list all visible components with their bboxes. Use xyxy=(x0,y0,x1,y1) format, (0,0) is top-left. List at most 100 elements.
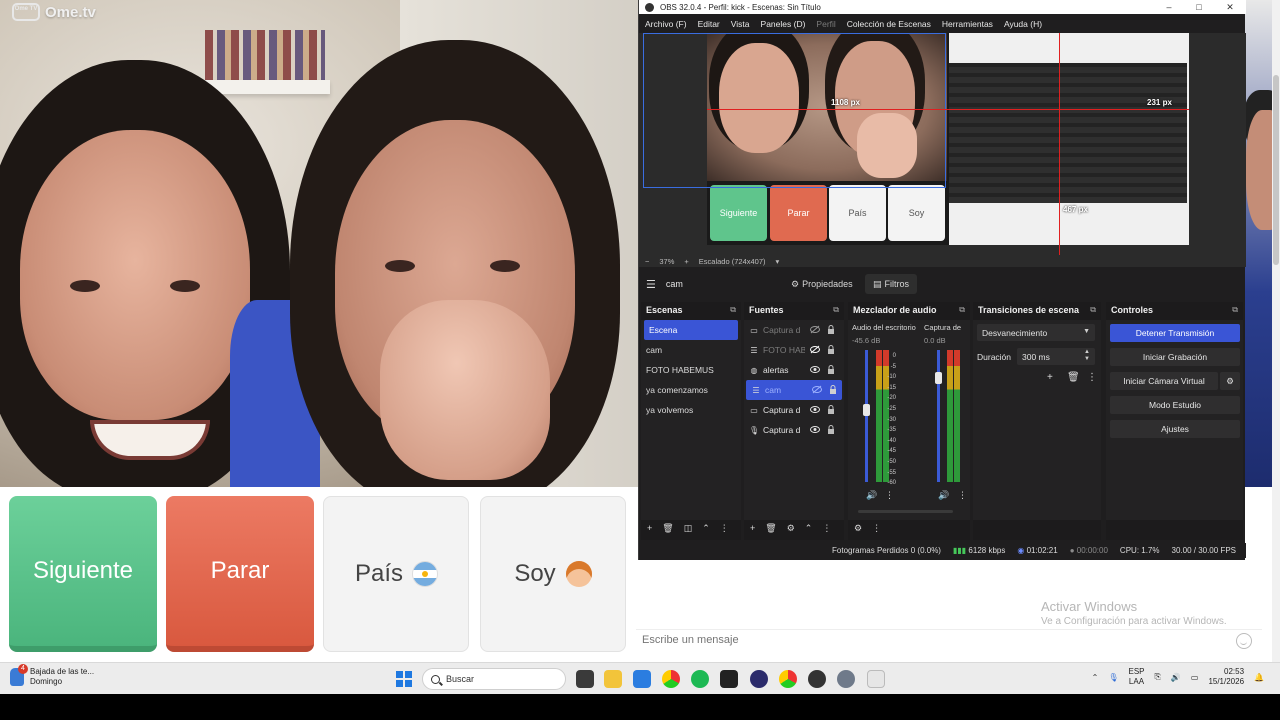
eye-hidden-icon[interactable] xyxy=(812,385,822,394)
menu-view[interactable]: Vista xyxy=(731,19,750,29)
source-item[interactable]: 🎙 Captura d xyxy=(744,420,844,440)
volume-icon[interactable]: 🔊 xyxy=(1171,673,1181,682)
eye-hidden-icon[interactable] xyxy=(810,325,820,334)
start-recording-button[interactable]: Iniciar Grabación xyxy=(1110,348,1240,366)
dock-undock-icon[interactable]: ⧉ xyxy=(1232,305,1238,315)
add-transition-icon[interactable]: + xyxy=(1047,372,1053,383)
news-widget[interactable]: 4 Bajada de las te... Domingo xyxy=(10,664,94,687)
eye-icon[interactable] xyxy=(810,365,820,374)
preview-scale[interactable]: Escalado (724x407) xyxy=(699,257,766,266)
zoom-out-icon[interactable]: − xyxy=(645,257,649,266)
close-icon[interactable]: ✕ xyxy=(1215,0,1245,14)
dock-undock-icon[interactable]: ⧉ xyxy=(730,305,736,315)
lock-icon[interactable] xyxy=(827,325,835,334)
maximize-icon[interactable]: □ xyxy=(1184,0,1214,14)
transition-select[interactable]: Desvanecimiento ▼ xyxy=(977,324,1095,341)
next-button[interactable]: Siguiente xyxy=(9,496,157,652)
menu-help[interactable]: Ayuda (H) xyxy=(1004,19,1042,29)
clock[interactable]: 02:53 15/1/2026 xyxy=(1208,667,1244,687)
desktop-fader-track[interactable] xyxy=(865,350,868,482)
scene-item-escena[interactable]: Escena xyxy=(644,320,738,340)
minimize-icon[interactable]: – xyxy=(1154,0,1184,14)
taskbar-search[interactable]: Buscar xyxy=(422,668,566,690)
page-scrollbar-thumb[interactable] xyxy=(1273,75,1279,265)
app-icon[interactable] xyxy=(867,670,885,688)
gender-button[interactable]: Soy xyxy=(480,496,626,652)
duration-field[interactable]: 300 ms ▲ ▼ xyxy=(1017,348,1095,365)
more-options-icon[interactable]: ⋮ xyxy=(885,490,894,501)
store-icon[interactable] xyxy=(633,670,651,688)
network-icon[interactable]: ⎘ xyxy=(1155,672,1161,682)
menu-tools[interactable]: Herramientas xyxy=(942,19,993,29)
mic-fader-track[interactable] xyxy=(937,350,940,482)
dock-undock-icon[interactable]: ⧉ xyxy=(959,305,965,315)
virtual-camera-settings-icon[interactable]: ⚙ xyxy=(1220,372,1240,390)
ometv-logo[interactable]: Ome TV Ome.tv xyxy=(12,3,96,21)
move-up-icon[interactable]: ⌃ xyxy=(702,523,710,534)
battery-icon[interactable]: ▭ xyxy=(1191,673,1199,682)
add-scene-icon[interactable]: + xyxy=(647,523,652,533)
menu-file[interactable]: Archivo (F) xyxy=(645,19,687,29)
studio-mode-button[interactable]: Modo Estudio xyxy=(1110,396,1240,414)
chrome-icon[interactable] xyxy=(662,670,680,688)
lock-icon[interactable] xyxy=(827,405,835,414)
spotify-icon[interactable] xyxy=(691,670,709,688)
add-source-icon[interactable]: + xyxy=(750,523,755,533)
stop-button[interactable]: Parar xyxy=(166,496,314,652)
eye-icon[interactable] xyxy=(810,425,820,434)
emoji-smile-icon[interactable] xyxy=(1236,633,1252,649)
file-explorer-icon[interactable] xyxy=(604,670,622,688)
scene-item-ya-comenzamos[interactable]: ya comenzamos xyxy=(641,380,741,400)
app-icon[interactable] xyxy=(720,670,738,688)
start-virtual-camera-button[interactable]: Iniciar Cámara Virtual xyxy=(1110,372,1218,390)
country-button[interactable]: País xyxy=(323,496,469,652)
settings-button[interactable]: Ajustes xyxy=(1110,420,1240,438)
more-options-icon[interactable]: ⋮ xyxy=(822,523,831,534)
task-view-icon[interactable] xyxy=(576,670,594,688)
spinner-arrows-icon[interactable]: ▲ ▼ xyxy=(1084,349,1090,363)
scene-item-foto-habemus[interactable]: FOTO HABEMUS xyxy=(641,360,741,380)
source-item[interactable]: ▭ Captura d xyxy=(744,400,844,420)
zoom-in-icon[interactable]: + xyxy=(684,257,688,266)
menu-edit[interactable]: Editar xyxy=(698,19,720,29)
remove-source-icon[interactable]: 🗑 xyxy=(765,523,776,534)
mic-icon[interactable]: 🎙 xyxy=(1108,673,1118,682)
eye-hidden-icon[interactable] xyxy=(810,345,820,354)
scene-item-ya-volvemos[interactable]: ya volvemos xyxy=(641,400,741,420)
advanced-audio-icon[interactable]: ⚙ xyxy=(854,523,862,534)
filters-button[interactable]: ▤ Filtros xyxy=(865,274,918,294)
speaker-icon[interactable]: 🔊 xyxy=(938,490,949,501)
menu-scene-collection[interactable]: Colección de Escenas xyxy=(847,19,931,29)
more-options-icon[interactable]: ⋮ xyxy=(720,523,729,534)
notifications-icon[interactable]: 🔔 xyxy=(1254,673,1264,682)
menu-profile[interactable]: Perfil xyxy=(816,19,835,29)
move-up-icon[interactable]: ⌃ xyxy=(805,523,813,534)
scene-item-cam[interactable]: cam xyxy=(641,340,741,360)
lock-icon[interactable] xyxy=(827,425,835,434)
source-item[interactable]: ◍ alertas xyxy=(744,360,844,380)
lock-icon[interactable] xyxy=(827,365,835,374)
stop-streaming-button[interactable]: Detener Transmisión xyxy=(1110,324,1240,342)
windows-start-icon[interactable] xyxy=(396,671,412,687)
source-item[interactable]: ▭ Captura d xyxy=(744,320,844,340)
source-item[interactable]: ☰ FOTO HAB xyxy=(744,340,844,360)
eye-icon[interactable] xyxy=(810,405,820,414)
dock-undock-icon[interactable]: ⧉ xyxy=(1090,305,1096,315)
mixer-scrollbar[interactable] xyxy=(858,510,953,513)
source-properties-icon[interactable]: ⚙ xyxy=(787,523,795,534)
properties-button[interactable]: ⚙ Propiedades xyxy=(783,274,861,294)
more-options-icon[interactable]: ⋮ xyxy=(1087,372,1097,383)
obs-preview[interactable]: Siguiente Parar País Soy 1108 px 231 px … xyxy=(639,33,1246,255)
lock-icon[interactable] xyxy=(829,385,837,394)
speaker-icon[interactable]: 🔊 xyxy=(866,490,877,501)
message-input[interactable] xyxy=(642,634,1182,646)
dock-undock-icon[interactable]: ⧉ xyxy=(833,305,839,315)
chevron-up-icon[interactable]: ⌃ xyxy=(1092,673,1099,682)
more-options-icon[interactable]: ⋮ xyxy=(958,490,967,501)
scale-dropdown-icon[interactable]: ▾ xyxy=(776,257,780,266)
desktop-fader-knob[interactable] xyxy=(863,404,870,416)
remove-transition-icon[interactable]: 🗑 xyxy=(1067,372,1080,383)
remove-scene-icon[interactable]: 🗑 xyxy=(662,523,673,534)
mic-fader-knob[interactable] xyxy=(935,371,942,384)
language-indicator[interactable]: ESP LAA xyxy=(1128,667,1144,687)
